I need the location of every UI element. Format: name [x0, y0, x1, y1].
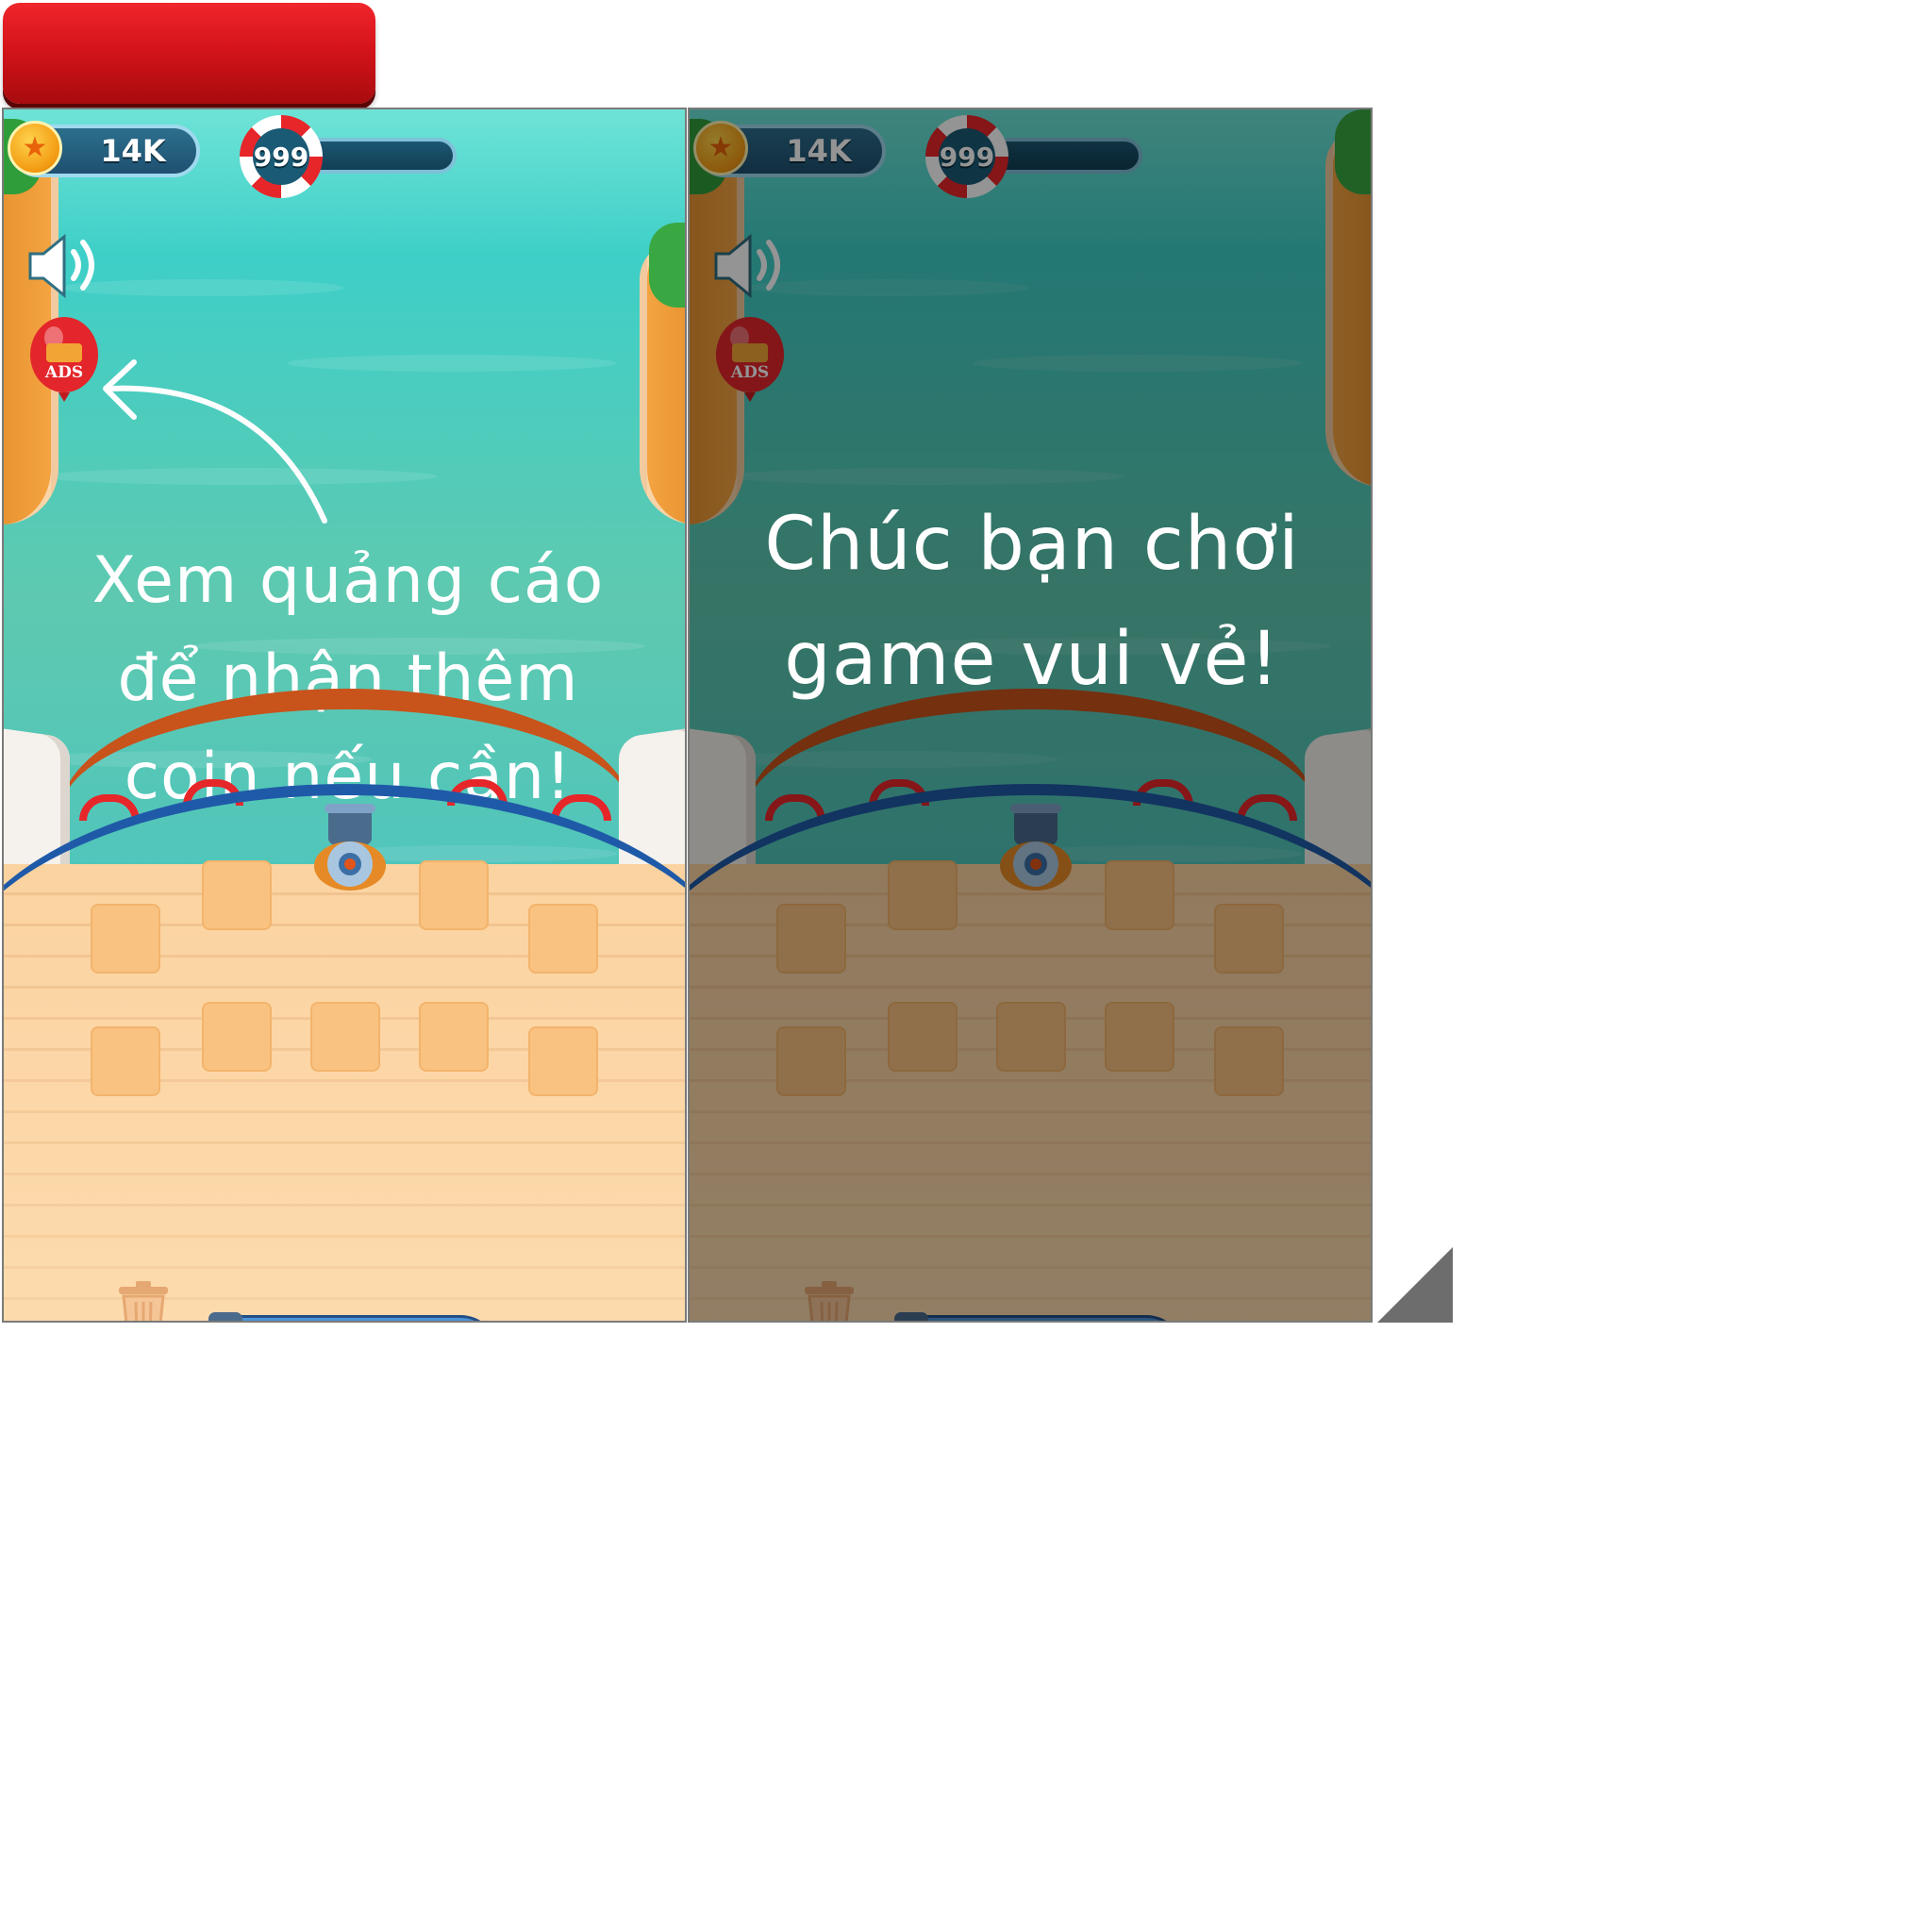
coin-value: 14K [100, 133, 166, 169]
hint-arrow [103, 359, 327, 524]
cannon-icon [208, 1312, 242, 1321]
cannon-slot[interactable] [310, 1002, 380, 1072]
cannon-cost: 93 [271, 1318, 422, 1321]
cannon-slot[interactable] [91, 1026, 160, 1096]
hint-line-1: Xem quảng cáo [92, 543, 605, 618]
shop-button[interactable] [1207, 1321, 1301, 1323]
lives-value: 999 [253, 128, 309, 185]
ship-deck [4, 689, 685, 1321]
cannon-slot[interactable] [202, 1002, 272, 1072]
ads-label: ADS [44, 363, 83, 382]
cannon-slot[interactable] [528, 1026, 598, 1096]
shop-button[interactable] [521, 1321, 615, 1323]
cannon-slot[interactable] [419, 1002, 489, 1072]
cannon-slot[interactable] [202, 860, 272, 930]
game-screen-tutorial: 14K ★ 999 ADS Xem quảng cáo để nhận thêm… [2, 108, 687, 1323]
top-red-button[interactable] [3, 3, 375, 104]
wish-line-1: Chúc bạn chơi [764, 502, 1300, 587]
speaker-icon[interactable] [23, 227, 108, 303]
buy-cannon-button[interactable]: 93 ★ [192, 1312, 499, 1321]
island-right [640, 223, 685, 525]
trash-icon[interactable] [115, 1279, 172, 1323]
wish-line-2: game vui vẻ! [784, 617, 1280, 702]
star-coin-icon: ★ [8, 121, 62, 175]
cannon-icon[interactable] [308, 800, 392, 894]
cannon-slot[interactable] [528, 904, 598, 974]
farewell-text: Chúc bạn chơi game vui vẻ! [708, 487, 1356, 717]
cannon-slot[interactable] [91, 904, 160, 974]
cannon-slot[interactable] [419, 860, 489, 930]
life-buoy-icon: 999 [240, 115, 323, 198]
game-screen-farewell: 14K ★ 999 ADS Chúc bạn chơi game vui vẻ! [688, 108, 1373, 1323]
page-corner-triangle [1377, 1247, 1453, 1323]
